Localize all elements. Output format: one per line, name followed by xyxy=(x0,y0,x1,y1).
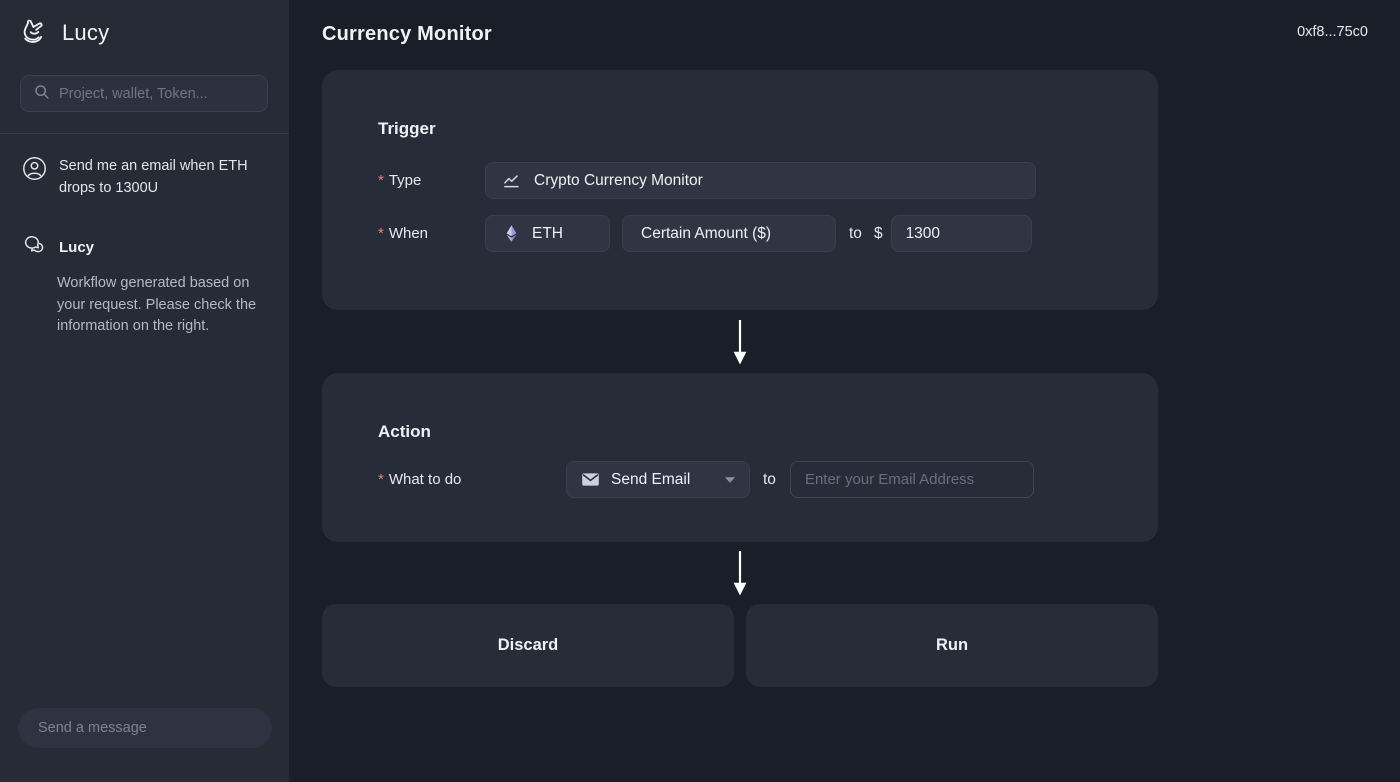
trigger-heading: Trigger xyxy=(378,118,1158,140)
sidebar-divider xyxy=(0,133,289,134)
message-input[interactable] xyxy=(38,720,252,736)
chat-bubbles-icon xyxy=(22,232,47,262)
asset-value: ETH xyxy=(532,225,563,243)
action-method-dropdown[interactable]: Send Email xyxy=(566,461,750,498)
asset-select[interactable]: ETH xyxy=(485,215,610,252)
chat-message-assistant: Lucy Workflow generated based on your re… xyxy=(22,232,273,338)
required-marker: * xyxy=(378,471,384,488)
search-box xyxy=(20,75,268,112)
type-label: * Type xyxy=(378,172,485,189)
assistant-name: Lucy xyxy=(59,239,94,256)
caret-down-icon xyxy=(724,476,736,484)
required-marker: * xyxy=(378,172,384,189)
required-marker: * xyxy=(378,225,384,242)
action-heading: Action xyxy=(378,421,1158,443)
trigger-type-value: Crypto Currency Monitor xyxy=(534,172,703,190)
mail-icon xyxy=(580,469,601,490)
action-method-value: Send Email xyxy=(611,471,690,489)
to-text: to xyxy=(763,471,776,489)
discard-button[interactable]: Discard xyxy=(322,604,734,687)
type-label-text: Type xyxy=(389,172,422,189)
line-chart-icon xyxy=(502,171,521,190)
arrow-down-icon xyxy=(732,550,748,596)
hand-gesture-icon xyxy=(18,16,52,50)
trigger-when-row: * When ETH Certain Amount xyxy=(378,215,1158,252)
email-input[interactable] xyxy=(790,461,1034,498)
what-to-do-label: * What to do xyxy=(378,471,485,488)
wallet-address[interactable]: 0xf8...75c0 xyxy=(1297,24,1368,40)
assistant-message-header: Lucy xyxy=(22,232,273,262)
action-card: Action * What to do Send Email xyxy=(322,373,1158,542)
when-label: * When xyxy=(378,225,485,242)
app-root: Lucy Send me an email when ETH drops to xyxy=(0,0,1400,782)
chat-message-text: Send me an email when ETH drops to 1300U xyxy=(59,156,259,199)
page-title: Currency Monitor xyxy=(322,23,492,46)
sidebar: Lucy Send me an email when ETH drops to xyxy=(0,0,289,782)
search-input[interactable] xyxy=(59,86,255,102)
condition-value: Certain Amount ($) xyxy=(641,225,771,243)
trigger-type-select[interactable]: Crypto Currency Monitor xyxy=(485,162,1036,199)
when-label-text: When xyxy=(389,225,428,242)
main-panel: Currency Monitor 0xf8...75c0 Trigger * T… xyxy=(289,0,1400,782)
trigger-card: Trigger * Type Crypto Currency Monitor xyxy=(322,70,1158,310)
action-row: * What to do Send Email to xyxy=(378,461,1158,498)
currency-symbol: $ xyxy=(874,225,883,243)
to-text: to xyxy=(849,225,862,243)
what-to-do-label-text: What to do xyxy=(389,471,462,488)
chat-message-user: Send me an email when ETH drops to 1300U xyxy=(22,156,259,199)
logo-text: Lucy xyxy=(62,20,109,46)
condition-select[interactable]: Certain Amount ($) xyxy=(622,215,836,252)
trigger-type-row: * Type Crypto Currency Monitor xyxy=(378,162,1158,199)
arrow-down-icon xyxy=(732,319,748,365)
user-circle-icon xyxy=(22,156,47,199)
logo: Lucy xyxy=(18,16,109,50)
run-button[interactable]: Run xyxy=(746,604,1158,687)
message-composer xyxy=(18,708,272,748)
search-icon xyxy=(33,83,50,105)
amount-input[interactable] xyxy=(891,215,1032,252)
ethereum-icon xyxy=(502,223,521,244)
chat-message-text: Workflow generated based on your request… xyxy=(57,273,273,338)
